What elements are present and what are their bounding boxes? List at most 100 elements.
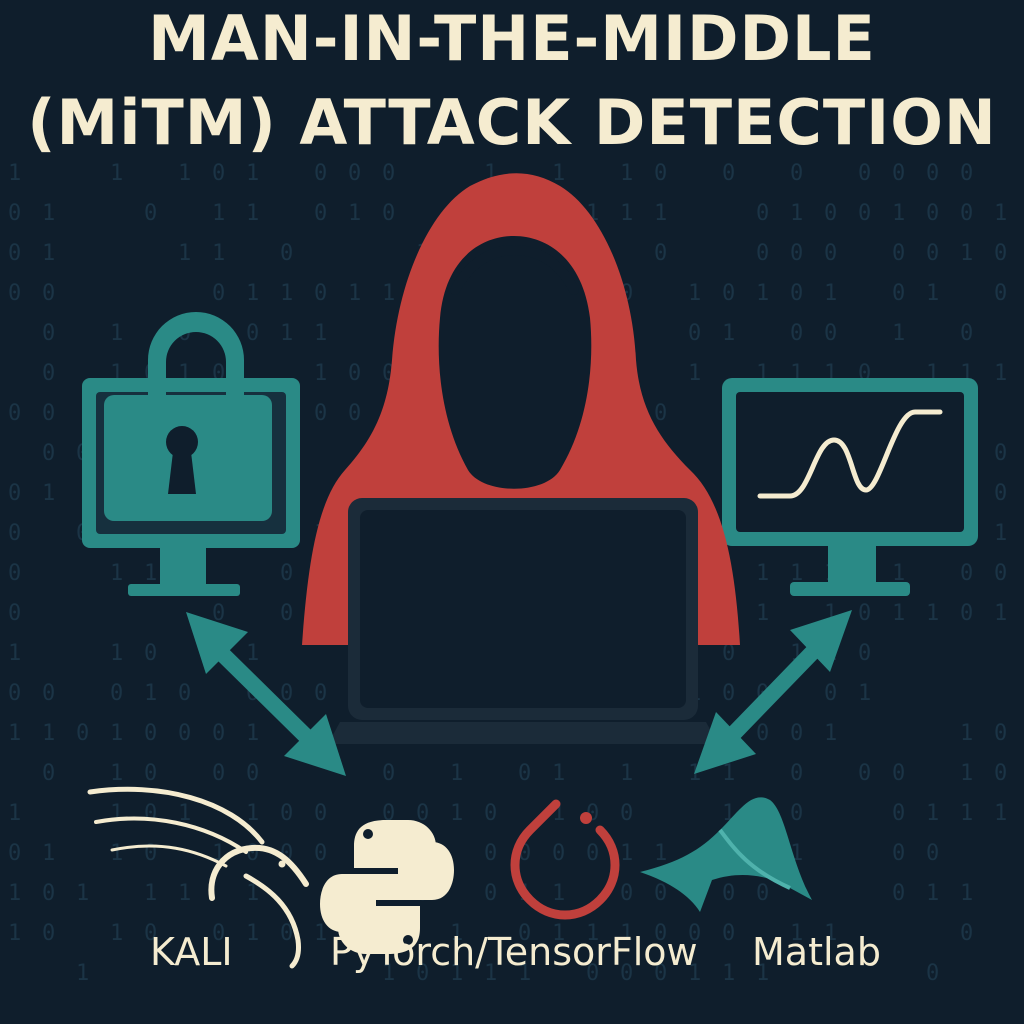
svg-text:0: 0 <box>8 241 21 266</box>
svg-text:1: 1 <box>450 801 463 826</box>
svg-text:1: 1 <box>892 201 905 226</box>
svg-text:1: 1 <box>212 201 225 226</box>
svg-text:0: 0 <box>484 841 497 866</box>
svg-text:0: 0 <box>110 681 123 706</box>
svg-text:1: 1 <box>280 281 293 306</box>
svg-text:0: 0 <box>144 201 157 226</box>
svg-text:1: 1 <box>654 841 667 866</box>
svg-text:0: 0 <box>926 201 939 226</box>
svg-text:0: 0 <box>314 841 327 866</box>
svg-text:1: 1 <box>280 321 293 346</box>
svg-text:0: 0 <box>892 761 905 786</box>
svg-text:0: 0 <box>960 561 973 586</box>
svg-text:1: 1 <box>926 801 939 826</box>
svg-text:1: 1 <box>960 241 973 266</box>
svg-text:1: 1 <box>722 961 735 986</box>
svg-text:0: 0 <box>790 721 803 746</box>
svg-text:0: 0 <box>858 601 871 626</box>
svg-text:1: 1 <box>756 601 769 626</box>
svg-text:0: 0 <box>756 721 769 746</box>
svg-text:1: 1 <box>688 361 701 386</box>
svg-text:0: 0 <box>382 201 395 226</box>
svg-text:0: 0 <box>994 561 1007 586</box>
svg-text:0: 0 <box>8 601 21 626</box>
svg-text:1: 1 <box>246 921 259 946</box>
svg-text:0: 0 <box>314 281 327 306</box>
svg-text:1: 1 <box>246 281 259 306</box>
svg-text:1: 1 <box>824 721 837 746</box>
svg-text:1: 1 <box>348 201 361 226</box>
svg-text:0: 0 <box>858 761 871 786</box>
svg-text:1: 1 <box>348 281 361 306</box>
svg-text:0: 0 <box>484 801 497 826</box>
svg-text:0: 0 <box>824 681 837 706</box>
svg-text:0: 0 <box>42 401 55 426</box>
svg-text:0: 0 <box>280 241 293 266</box>
svg-text:0: 0 <box>892 281 905 306</box>
svg-text:0: 0 <box>994 721 1007 746</box>
svg-text:0: 0 <box>790 241 803 266</box>
svg-text:0: 0 <box>722 881 735 906</box>
svg-text:1: 1 <box>144 681 157 706</box>
svg-text:0: 0 <box>42 921 55 946</box>
svg-text:1: 1 <box>552 881 565 906</box>
frameworks-label: PyTorch/TensorFlow <box>330 930 698 974</box>
svg-text:1: 1 <box>144 881 157 906</box>
svg-text:1: 1 <box>620 161 633 186</box>
svg-text:0: 0 <box>858 161 871 186</box>
svg-text:0: 0 <box>756 241 769 266</box>
svg-text:0: 0 <box>518 761 531 786</box>
svg-text:1: 1 <box>110 641 123 666</box>
svg-text:1: 1 <box>654 201 667 226</box>
svg-text:1: 1 <box>8 921 21 946</box>
svg-text:1: 1 <box>246 201 259 226</box>
svg-text:0: 0 <box>926 841 939 866</box>
svg-text:1: 1 <box>960 761 973 786</box>
svg-text:1: 1 <box>8 721 21 746</box>
svg-text:0: 0 <box>42 281 55 306</box>
svg-text:1: 1 <box>314 921 327 946</box>
svg-text:1: 1 <box>994 361 1007 386</box>
svg-text:0: 0 <box>178 681 191 706</box>
svg-text:0: 0 <box>246 841 259 866</box>
svg-text:0: 0 <box>994 281 1007 306</box>
svg-text:0: 0 <box>790 281 803 306</box>
svg-text:1: 1 <box>892 321 905 346</box>
svg-text:0: 0 <box>382 161 395 186</box>
svg-text:1: 1 <box>722 321 735 346</box>
svg-text:0: 0 <box>790 761 803 786</box>
svg-text:0: 0 <box>620 881 633 906</box>
svg-text:1: 1 <box>110 761 123 786</box>
svg-text:0: 0 <box>314 681 327 706</box>
svg-text:0: 0 <box>994 761 1007 786</box>
svg-text:1: 1 <box>552 161 565 186</box>
svg-text:1: 1 <box>246 641 259 666</box>
svg-text:1: 1 <box>620 841 633 866</box>
svg-text:0: 0 <box>76 721 89 746</box>
svg-text:0: 0 <box>722 281 735 306</box>
svg-text:1: 1 <box>926 281 939 306</box>
svg-text:1: 1 <box>824 281 837 306</box>
svg-text:1: 1 <box>110 721 123 746</box>
svg-text:1: 1 <box>110 841 123 866</box>
svg-text:1: 1 <box>314 361 327 386</box>
svg-text:0: 0 <box>654 401 667 426</box>
svg-text:1: 1 <box>994 601 1007 626</box>
svg-text:0: 0 <box>654 161 667 186</box>
svg-text:0: 0 <box>42 761 55 786</box>
svg-text:0: 0 <box>212 161 225 186</box>
svg-text:0: 0 <box>246 761 259 786</box>
page-title-line-2: (MiTM) ATTACK DETECTION <box>27 86 997 159</box>
svg-text:0: 0 <box>790 321 803 346</box>
svg-text:0: 0 <box>892 881 905 906</box>
svg-text:0: 0 <box>926 241 939 266</box>
svg-text:1: 1 <box>110 801 123 826</box>
svg-text:1: 1 <box>926 881 939 906</box>
svg-text:0: 0 <box>654 241 667 266</box>
svg-text:1: 1 <box>688 281 701 306</box>
svg-text:1: 1 <box>960 881 973 906</box>
svg-text:0: 0 <box>960 161 973 186</box>
svg-text:1: 1 <box>620 201 633 226</box>
svg-text:0: 0 <box>722 681 735 706</box>
svg-text:1: 1 <box>994 521 1007 546</box>
